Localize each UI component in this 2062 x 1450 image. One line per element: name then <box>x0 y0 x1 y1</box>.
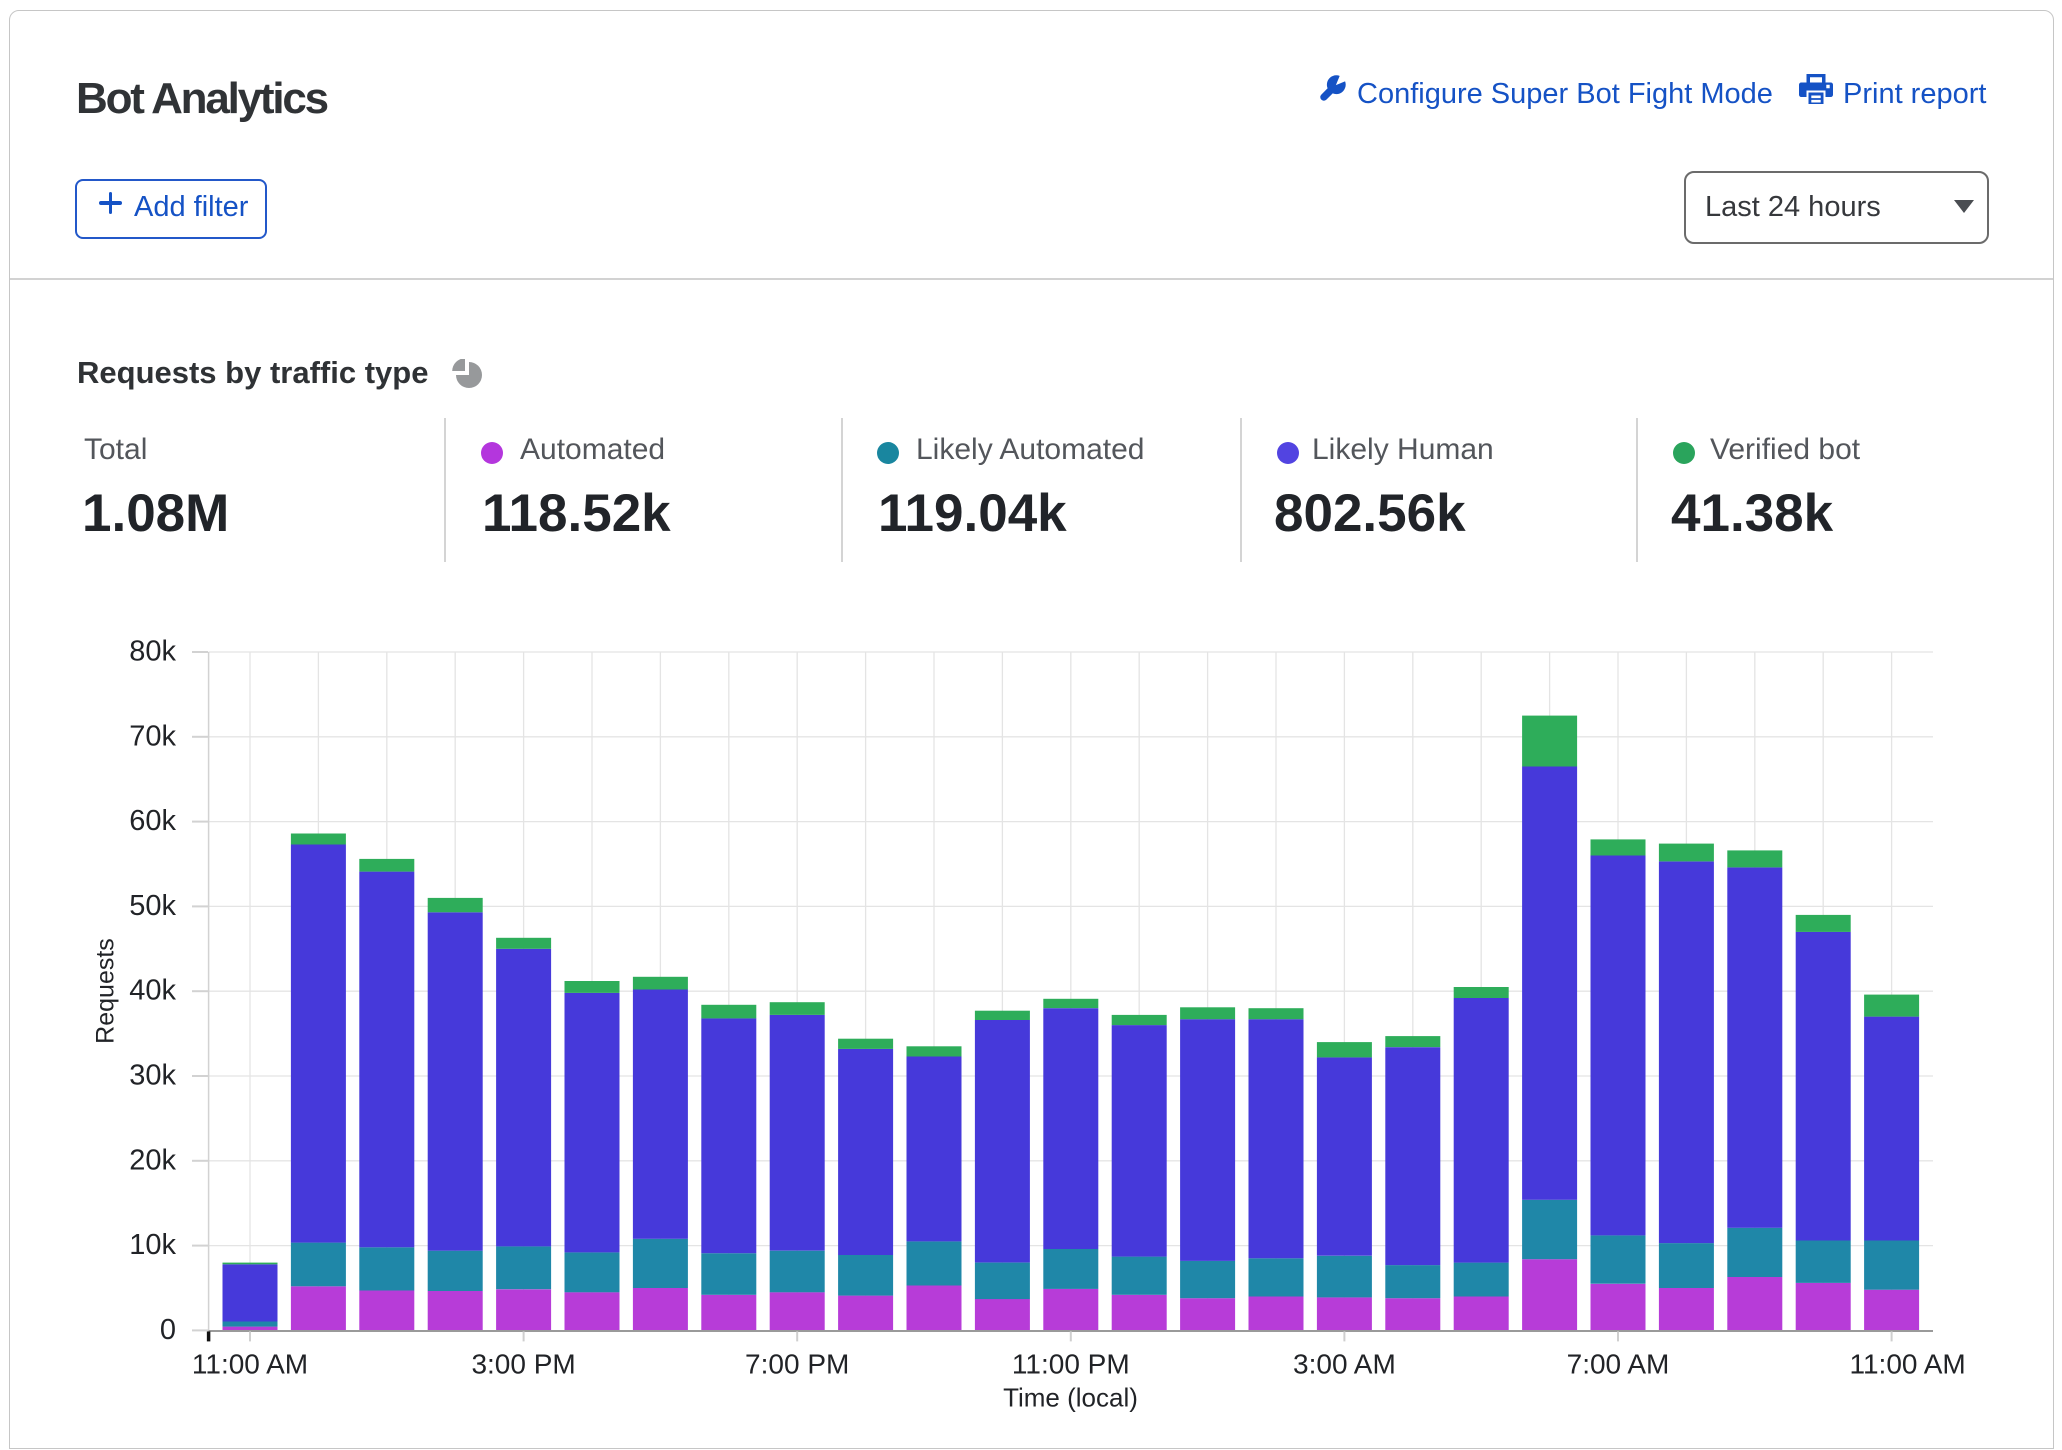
svg-text:60k: 60k <box>129 805 176 837</box>
svg-text:11:00 AM: 11:00 AM <box>1849 1349 1965 1380</box>
svg-text:3:00 PM: 3:00 PM <box>471 1349 575 1380</box>
svg-text:11:00 PM: 11:00 PM <box>1012 1349 1130 1380</box>
svg-text:50k: 50k <box>129 890 176 922</box>
svg-text:10k: 10k <box>129 1229 176 1261</box>
svg-text:7:00 AM: 7:00 AM <box>1567 1349 1670 1380</box>
svg-text:Requests: Requests <box>92 938 120 1044</box>
svg-text:70k: 70k <box>129 720 176 752</box>
svg-text:20k: 20k <box>129 1144 176 1176</box>
svg-text:11:00 AM: 11:00 AM <box>192 1349 308 1380</box>
svg-text:30k: 30k <box>129 1060 176 1092</box>
svg-text:80k: 80k <box>129 636 176 668</box>
svg-text:0: 0 <box>160 1314 176 1346</box>
svg-text:3:00 AM: 3:00 AM <box>1293 1349 1396 1380</box>
svg-text:7:00 PM: 7:00 PM <box>745 1349 849 1380</box>
svg-text:40k: 40k <box>129 975 176 1007</box>
svg-text:Time (local): Time (local) <box>1003 1383 1138 1413</box>
